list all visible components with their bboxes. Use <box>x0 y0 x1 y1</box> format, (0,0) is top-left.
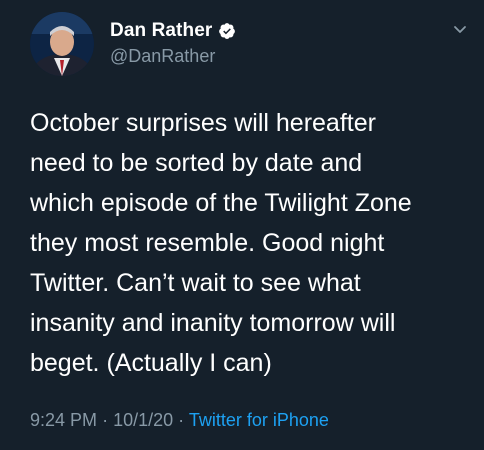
verified-badge-icon <box>218 22 236 40</box>
chevron-down-icon[interactable] <box>450 20 470 40</box>
avatar-image <box>30 12 94 76</box>
tweet-metadata: 9:24 PM · 10/1/20 · Twitter for iPhone <box>30 410 329 431</box>
avatar[interactable] <box>30 12 94 76</box>
separator: · <box>178 410 185 430</box>
handle[interactable]: @DanRather <box>110 46 236 67</box>
tweet-time[interactable]: 9:24 PM <box>30 410 97 430</box>
display-name[interactable]: Dan Rather <box>110 20 212 42</box>
tweet-header: Dan Rather @DanRather <box>30 10 470 76</box>
author-names: Dan Rather @DanRather <box>110 20 236 67</box>
tweet-text: October surprises will hereafter need to… <box>30 109 412 377</box>
separator: · <box>102 410 109 430</box>
tweet-source-link[interactable]: Twitter for iPhone <box>189 410 329 430</box>
tweet-card: Dan Rather @DanRather October surprises … <box>0 0 484 450</box>
tweet-date[interactable]: 10/1/20 <box>113 410 173 430</box>
